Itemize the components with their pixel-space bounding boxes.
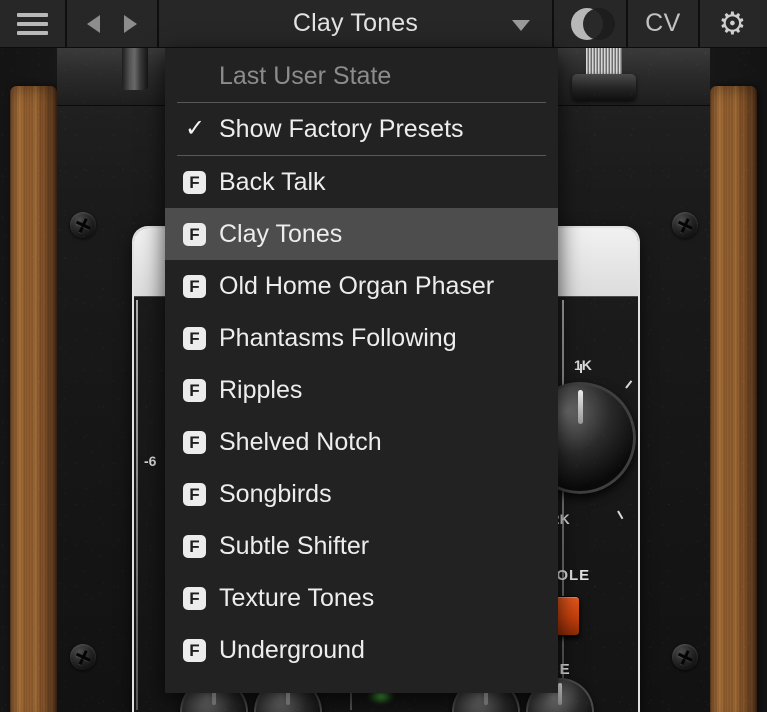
plugin-window: m 1S FILTER ER FF 1K 12K 4-POLE NCE 6 -6…: [0, 0, 767, 712]
hex-nut-top: [572, 74, 636, 100]
menu-item-label: Old Home Organ Phaser: [219, 271, 495, 300]
factory-preset-badge-icon: F: [183, 482, 206, 506]
menu-item-label: Songbirds: [219, 479, 332, 508]
screw-top-right: [672, 212, 698, 238]
menu-item-phantasms-following[interactable]: F Phantasms Following: [165, 312, 558, 364]
menu-item-gutter: F: [183, 534, 219, 558]
factory-preset-badge-icon: F: [183, 586, 206, 610]
menu-item-gutter: F: [183, 586, 219, 610]
tick-cutoff-low: 1K: [574, 357, 592, 373]
preset-selector-dropdown[interactable]: Clay Tones: [159, 0, 552, 47]
menu-item-label: Subtle Shifter: [219, 531, 370, 560]
menu-item-gutter: F: [183, 430, 219, 454]
menu-item-label: Back Talk: [219, 167, 326, 196]
menu-item-label: Shelved Notch: [219, 427, 382, 456]
menu-item-label: Texture Tones: [219, 583, 375, 612]
screw-top-left: [70, 212, 96, 238]
menu-item-ripples[interactable]: F Ripples: [165, 364, 558, 416]
menu-item-label: Phantasms Following: [219, 323, 457, 352]
menu-item-show-factory-presets[interactable]: ✓ Show Factory Presets: [165, 103, 558, 155]
preset-dropdown-menu[interactable]: Last User State ✓ Show Factory Presets F Bac…: [165, 48, 558, 693]
panel-rule-3: [562, 300, 564, 710]
menu-item-gutter: F: [183, 638, 219, 662]
factory-preset-badge-icon: F: [183, 638, 206, 662]
settings-button[interactable]: ⚙: [700, 0, 767, 47]
preset-name-label: Clay Tones: [292, 9, 419, 37]
knob-tickmark: [617, 510, 624, 520]
factory-preset-badge-icon: F: [183, 274, 206, 298]
screw-bottom-right: [672, 644, 698, 670]
knob-tickmark: [625, 380, 633, 389]
menu-item-subtle-shifter[interactable]: F Subtle Shifter: [165, 520, 558, 572]
previous-preset-button[interactable]: [87, 14, 100, 33]
menu-item-gutter: F: [183, 378, 219, 402]
menu-item-shelved-notch[interactable]: F Shelved Notch: [165, 416, 558, 468]
check-icon: ✓: [185, 115, 206, 142]
theme-contrast-button[interactable]: [554, 0, 626, 47]
factory-preset-badge-icon: F: [183, 534, 206, 558]
menu-item-back-talk[interactable]: F Back Talk: [165, 156, 558, 208]
menu-item-label: Show Factory Presets: [219, 114, 464, 143]
preset-navigation: [67, 0, 157, 47]
menu-item-gutter: F: [183, 326, 219, 350]
panel-rule-1: [136, 300, 138, 710]
chevron-down-icon: [512, 19, 530, 31]
menu-item-songbirds[interactable]: F Songbirds: [165, 468, 558, 520]
factory-preset-badge-icon: F: [183, 222, 206, 246]
menu-item-gutter: F: [183, 170, 219, 194]
wood-side-panel-right: [710, 86, 757, 712]
menu-item-last-user-state: Last User State: [165, 50, 558, 102]
factory-preset-badge-icon: F: [183, 326, 206, 350]
hamburger-menu-button[interactable]: [0, 0, 65, 47]
menu-item-gutter: ✓: [183, 117, 219, 141]
toggle-switch-left: [122, 48, 148, 90]
menu-item-underground[interactable]: F Underground: [165, 624, 558, 676]
menu-item-gutter: F: [183, 274, 219, 298]
tick-db-scale: -6: [144, 453, 157, 469]
factory-preset-badge-icon: F: [183, 170, 206, 194]
gear-icon: ⚙: [718, 5, 747, 41]
cv-button[interactable]: CV: [628, 0, 698, 47]
wood-side-panel-left: [10, 86, 57, 712]
menu-item-label: Ripples: [219, 375, 303, 404]
hamburger-icon: [17, 8, 48, 40]
contrast-circles-icon: [571, 5, 615, 43]
menu-item-gutter: F: [183, 222, 219, 246]
menu-item-label: Last User State: [219, 61, 392, 90]
cv-label: CV: [645, 9, 681, 37]
menu-item-label: Clay Tones: [219, 219, 343, 248]
menu-item-clay-tones[interactable]: F Clay Tones: [165, 208, 558, 260]
plugin-toolbar: Clay Tones CV ⚙: [0, 0, 767, 48]
screw-bottom-left: [70, 644, 96, 670]
menu-item-texture-tones[interactable]: F Texture Tones: [165, 572, 558, 624]
menu-item-label: Underground: [219, 635, 365, 664]
factory-preset-badge-icon: F: [183, 378, 206, 402]
knob-tickmark: [580, 364, 582, 373]
menu-item-old-home-organ-phaser[interactable]: F Old Home Organ Phaser: [165, 260, 558, 312]
menu-item-gutter: F: [183, 482, 219, 506]
factory-preset-badge-icon: F: [183, 430, 206, 454]
next-preset-button[interactable]: [124, 14, 137, 33]
